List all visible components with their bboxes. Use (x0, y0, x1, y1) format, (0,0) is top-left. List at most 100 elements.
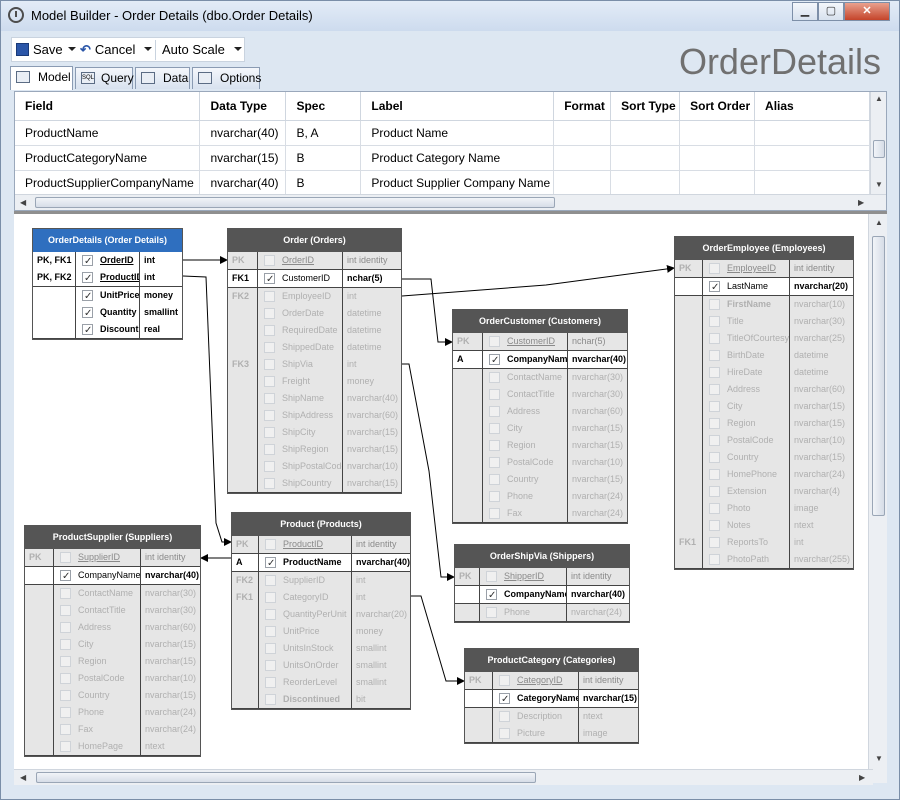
field-row[interactable]: ShipperID (480, 568, 566, 585)
field-checkbox[interactable] (264, 478, 275, 489)
minimize-button[interactable]: ▁ (792, 2, 818, 21)
field-checkbox[interactable] (264, 359, 275, 370)
tab-data[interactable]: Data (135, 67, 190, 89)
entity-box[interactable]: OrderShipVia (Shippers) PK ShipperID int id… (454, 544, 630, 623)
field-checkbox[interactable] (489, 352, 500, 368)
table-cell[interactable]: nvarchar(40) (199, 120, 287, 146)
field-checkbox[interactable] (709, 367, 720, 378)
field-row[interactable]: OrderID (258, 252, 342, 269)
scroll-left-arrow-icon[interactable]: ◀ (20, 198, 26, 207)
table-row[interactable]: ProductName nvarchar(40) B, A Product Name (15, 120, 870, 146)
field-row[interactable]: TitleOfCourtesy (703, 330, 789, 347)
field-row[interactable]: EmployeeID (258, 288, 342, 305)
field-row[interactable]: Country (54, 687, 140, 704)
field-checkbox[interactable] (709, 384, 720, 395)
table-cell[interactable]: Product Category Name (360, 145, 555, 171)
field-checkbox[interactable] (709, 333, 720, 344)
canvas-horizontal-scrollbar[interactable]: ◀ ▶ (14, 769, 873, 785)
field-row[interactable]: CategoryName (493, 690, 578, 707)
field-row[interactable]: ContactName (54, 585, 140, 602)
tab-options[interactable]: Options (192, 67, 261, 89)
field-row[interactable]: FirstName (703, 296, 789, 313)
field-row[interactable]: Title (703, 313, 789, 330)
field-checkbox[interactable] (264, 427, 275, 438)
field-row[interactable]: ReportsTo (703, 534, 789, 551)
field-checkbox[interactable] (60, 639, 71, 650)
field-checkbox[interactable] (264, 393, 275, 404)
column-header[interactable]: Field (15, 92, 201, 121)
table-cell[interactable] (553, 170, 612, 196)
table-cell[interactable] (610, 170, 681, 196)
scroll-right-arrow-icon[interactable]: ▶ (858, 198, 864, 207)
field-row[interactable]: PostalCode (54, 670, 140, 687)
table-cell[interactable]: ProductSupplierCompanyName (15, 170, 201, 196)
field-row[interactable]: City (483, 420, 567, 437)
save-dropdown-chevron-down-icon[interactable] (68, 47, 76, 51)
entity-title[interactable]: OrderShipVia (Shippers) (455, 545, 629, 568)
field-row[interactable]: ShipAddress (258, 407, 342, 424)
field-checkbox[interactable] (264, 271, 275, 287)
field-row[interactable]: ContactTitle (483, 386, 567, 403)
field-checkbox[interactable] (709, 263, 720, 274)
field-checkbox[interactable] (709, 350, 720, 361)
field-checkbox[interactable] (60, 622, 71, 633)
cancel-dropdown-chevron-down-icon[interactable] (144, 47, 152, 51)
field-row[interactable]: Picture (493, 725, 578, 742)
field-row[interactable]: ShipCity (258, 424, 342, 441)
field-checkbox[interactable] (265, 575, 276, 586)
field-checkbox[interactable] (486, 607, 497, 618)
entity-title[interactable]: OrderDetails (Order Details) (33, 229, 182, 252)
field-row[interactable]: ShipCountry (258, 475, 342, 492)
field-checkbox[interactable] (60, 741, 71, 752)
field-row[interactable]: Region (483, 437, 567, 454)
field-checkbox[interactable] (489, 372, 500, 383)
field-row[interactable]: ReorderLevel (259, 674, 351, 691)
entity-box[interactable]: ProductCategory (Categories) PK CategoryID… (464, 648, 639, 744)
close-button[interactable]: ✕ (844, 2, 890, 21)
field-checkbox[interactable] (264, 255, 275, 266)
field-row[interactable]: CompanyName (54, 567, 140, 584)
field-checkbox[interactable] (60, 656, 71, 667)
field-checkbox[interactable] (489, 336, 500, 347)
field-row[interactable]: HireDate (703, 364, 789, 381)
field-checkbox[interactable] (489, 457, 500, 468)
field-row[interactable]: ProductName (259, 554, 351, 571)
field-checkbox[interactable] (265, 660, 276, 671)
field-checkbox[interactable] (499, 728, 510, 739)
table-cell[interactable] (679, 145, 756, 171)
field-checkbox[interactable] (486, 571, 497, 582)
entity-box[interactable]: ProductSupplier (Suppliers) PK SupplierID i… (24, 525, 201, 757)
table-cell[interactable]: nvarchar(40) (199, 170, 287, 196)
field-row[interactable]: EmployeeID (703, 260, 789, 277)
field-checkbox[interactable] (60, 707, 71, 718)
field-row[interactable]: UnitsOnOrder (259, 657, 351, 674)
table-cell[interactable] (754, 120, 870, 146)
canvas-vscroll-thumb[interactable] (872, 236, 885, 516)
table-cell[interactable]: B (285, 145, 362, 171)
field-checkbox[interactable] (709, 279, 720, 295)
field-checkbox[interactable] (499, 711, 510, 722)
field-row[interactable]: Region (54, 653, 140, 670)
field-row[interactable]: Phone (54, 704, 140, 721)
table-row[interactable]: ProductSupplierCompanyName nvarchar(40) B P… (15, 170, 870, 196)
field-row[interactable]: Discount (76, 321, 139, 338)
table-cell[interactable]: ProductName (15, 120, 201, 146)
field-row[interactable]: Address (703, 381, 789, 398)
maximize-button[interactable]: ▢ (818, 2, 844, 21)
field-row[interactable]: CompanyName (483, 351, 567, 368)
field-checkbox[interactable] (709, 452, 720, 463)
field-row[interactable]: UnitPrice (76, 287, 139, 304)
cancel-button[interactable]: ↶ Cancel (80, 41, 135, 59)
field-row[interactable]: UnitsInStock (259, 640, 351, 657)
entity-title[interactable]: Product (Products) (232, 513, 410, 536)
field-checkbox[interactable] (709, 418, 720, 429)
field-row[interactable]: ProductID (259, 536, 351, 553)
tab-model[interactable]: Model (10, 66, 73, 90)
field-checkbox[interactable] (489, 389, 500, 400)
field-checkbox[interactable] (709, 486, 720, 497)
field-row[interactable]: CompanyName (480, 586, 566, 603)
field-row[interactable]: UnitPrice (259, 623, 351, 640)
entity-box[interactable]: OrderDetails (Order Details) PK, FK1 PK, F… (32, 228, 183, 340)
entity-box[interactable]: OrderCustomer (Customers) PK CustomerID nch… (452, 309, 628, 524)
canvas-scroll-down-arrow-icon[interactable]: ▼ (875, 754, 883, 763)
